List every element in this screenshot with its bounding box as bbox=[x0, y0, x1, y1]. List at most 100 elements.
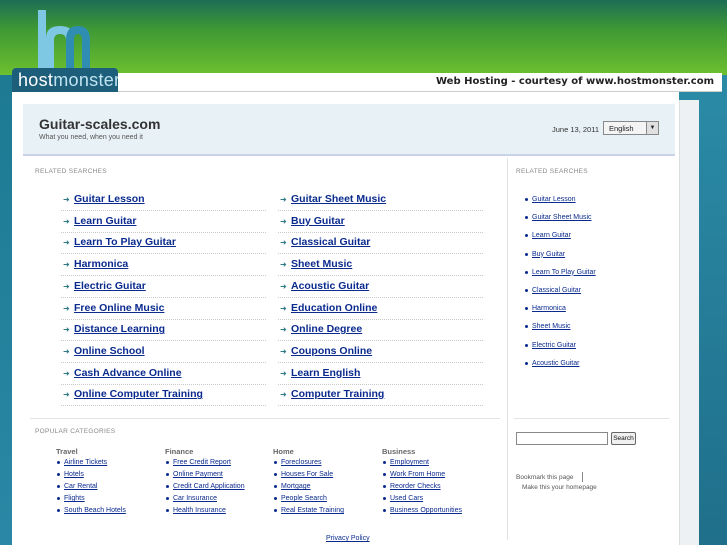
bullet-icon bbox=[274, 461, 277, 464]
category-link-text: Real Estate Training bbox=[281, 507, 345, 515]
sidebar-related-link[interactable]: Electric Guitar bbox=[525, 342, 576, 349]
sidebar-related-text: Learn To Play Guitar bbox=[532, 268, 596, 276]
sidebar-related-link[interactable]: Learn To Play Guitar bbox=[525, 268, 596, 276]
arrow-icon: ➜ bbox=[280, 260, 287, 270]
list-item: ➜ Sheet Music bbox=[278, 254, 483, 277]
related-search-link[interactable]: Cash Advance Online bbox=[74, 367, 182, 379]
related-search-link[interactable]: Learn To Play Guitar bbox=[74, 236, 176, 248]
related-search-link[interactable]: Online Degree bbox=[291, 323, 362, 335]
search-input[interactable] bbox=[516, 432, 608, 445]
sidebar-related-link[interactable]: Guitar Lesson bbox=[525, 196, 576, 203]
category-link-text: Houses For Sale bbox=[281, 471, 334, 479]
category-link[interactable]: Credit Card Application bbox=[166, 483, 245, 491]
related-search-link[interactable]: Electric Guitar bbox=[74, 280, 146, 292]
category-heading: Finance bbox=[165, 447, 194, 456]
category-link[interactable]: Real Estate Training bbox=[274, 507, 345, 515]
category-link[interactable]: Health Insurance bbox=[166, 507, 226, 514]
list-item: ➜ Buy Guitar bbox=[278, 211, 483, 233]
sidebar-related-link[interactable]: Sheet Music bbox=[525, 323, 571, 331]
bookmark-link[interactable]: Bookmark this page bbox=[516, 474, 573, 481]
category-link[interactable]: Used Cars bbox=[383, 495, 424, 503]
bullet-icon bbox=[525, 270, 528, 274]
arrow-icon: ➜ bbox=[63, 260, 70, 270]
category-link-text: Credit Card Application bbox=[173, 483, 245, 491]
sidebar-related-text: Sheet Music bbox=[532, 323, 571, 331]
bullet-icon bbox=[57, 461, 60, 464]
category-link-text: South Beach Hotels bbox=[64, 507, 126, 515]
sidebar-related-text: Guitar Lesson bbox=[532, 196, 576, 203]
arrow-icon: ➜ bbox=[280, 281, 287, 291]
related-search-link[interactable]: Guitar Lesson bbox=[74, 193, 145, 205]
site-title: Guitar-scales.com bbox=[39, 116, 161, 132]
bullet-icon bbox=[525, 252, 528, 256]
category-link[interactable]: Online Payment bbox=[166, 471, 223, 479]
related-search-link[interactable]: Sheet Music bbox=[291, 258, 352, 270]
logo-word-monster: monster bbox=[53, 70, 121, 90]
category-link-text: Online Payment bbox=[173, 471, 223, 479]
sidebar-related-link[interactable]: Learn Guitar bbox=[525, 232, 571, 239]
arrow-icon: ➜ bbox=[63, 216, 70, 226]
list-item: ➜ Cash Advance Online bbox=[61, 363, 266, 385]
bullet-icon bbox=[525, 343, 528, 347]
list-item: ➜ Learn English bbox=[278, 363, 483, 385]
category-link[interactable]: Mortgage bbox=[274, 483, 311, 490]
hosting-strip-text: Web Hosting - courtesy of www.hostmonste… bbox=[436, 76, 714, 87]
related-search-link[interactable]: Guitar Sheet Music bbox=[291, 193, 386, 205]
related-search-link[interactable]: Classical Guitar bbox=[291, 236, 370, 248]
category-link[interactable]: Work From Home bbox=[383, 471, 445, 478]
category-link[interactable]: People Search bbox=[274, 495, 327, 502]
category-link[interactable]: Flights bbox=[57, 495, 85, 502]
category-link[interactable]: Houses For Sale bbox=[274, 471, 334, 479]
chevron-down-icon[interactable]: ▼ bbox=[646, 122, 658, 134]
list-item: ➜ Learn To Play Guitar bbox=[61, 232, 266, 255]
related-search-link[interactable]: Computer Training bbox=[291, 388, 384, 400]
related-search-link[interactable]: Free Online Music bbox=[74, 302, 164, 314]
category-link[interactable]: Reorder Checks bbox=[383, 483, 441, 490]
arrow-icon: ➜ bbox=[280, 325, 287, 335]
search-button[interactable]: Search bbox=[611, 432, 636, 445]
category-link[interactable]: Free Credit Report bbox=[166, 459, 231, 466]
language-select[interactable]: English ▼ bbox=[603, 121, 659, 135]
list-item: ➜ Distance Learning bbox=[61, 319, 266, 342]
sidebar-related-link[interactable]: Acoustic Guitar bbox=[525, 360, 579, 367]
category-link[interactable]: Car Insurance bbox=[166, 495, 217, 502]
sidebar-related-link[interactable]: Classical Guitar bbox=[525, 287, 581, 294]
category-link-text: Business Opportunities bbox=[390, 507, 462, 515]
related-search-link[interactable]: Acoustic Guitar bbox=[291, 280, 369, 292]
sidebar-divider bbox=[514, 418, 669, 419]
related-search-link[interactable]: Education Online bbox=[291, 302, 377, 314]
sidebar-related-link[interactable]: Harmonica bbox=[525, 305, 566, 312]
category-link[interactable]: Car Rental bbox=[57, 483, 97, 490]
category-link[interactable]: South Beach Hotels bbox=[57, 507, 126, 515]
scrollbar[interactable] bbox=[679, 100, 699, 545]
list-item: ➜ Computer Training bbox=[278, 384, 483, 407]
category-link[interactable]: Hotels bbox=[57, 471, 84, 478]
category-link-text: Employment bbox=[390, 459, 429, 466]
related-search-link[interactable]: Learn English bbox=[291, 367, 360, 379]
homepage-link[interactable]: Make this your homepage bbox=[522, 484, 597, 491]
related-search-link[interactable]: Distance Learning bbox=[74, 323, 165, 335]
related-search-link[interactable]: Coupons Online bbox=[291, 345, 372, 357]
related-searches-label: RELATED SEARCHES bbox=[35, 168, 107, 175]
related-search-link[interactable]: Online Computer Training bbox=[74, 388, 203, 400]
category-link[interactable]: Foreclosures bbox=[274, 459, 321, 466]
logo-wordmark[interactable]: hostmonster bbox=[18, 70, 120, 91]
category-link[interactable]: Airline Tickets bbox=[57, 459, 107, 466]
related-search-link[interactable]: Buy Guitar bbox=[291, 215, 345, 227]
list-item: ➜ Online Degree bbox=[278, 319, 483, 342]
category-link[interactable]: Business Opportunities bbox=[383, 507, 462, 515]
related-search-link[interactable]: Harmonica bbox=[74, 258, 128, 270]
bookmark-separator bbox=[582, 472, 583, 482]
top-banner-background bbox=[0, 0, 727, 75]
sidebar-related-link[interactable]: Guitar Sheet Music bbox=[525, 214, 592, 221]
arrow-icon: ➜ bbox=[63, 303, 70, 313]
sidebar-related-link[interactable]: Buy Guitar bbox=[525, 251, 565, 258]
related-search-link[interactable]: Online School bbox=[74, 345, 145, 357]
related-search-link[interactable]: Learn Guitar bbox=[74, 215, 136, 227]
privacy-policy-link[interactable]: Privacy Policy bbox=[326, 535, 370, 542]
arrow-icon: ➜ bbox=[280, 195, 287, 204]
list-item: ➜ Online Computer Training bbox=[61, 384, 266, 407]
list-item: ➜ Electric Guitar bbox=[61, 276, 266, 298]
category-link-text: Used Cars bbox=[390, 495, 424, 503]
category-link[interactable]: Employment bbox=[383, 459, 429, 466]
